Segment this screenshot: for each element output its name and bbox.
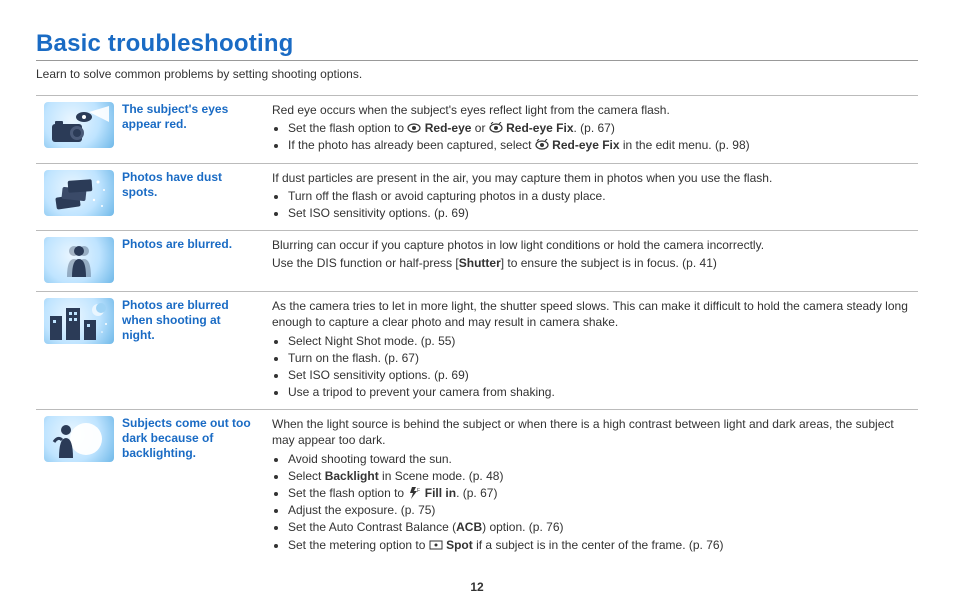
backlight-silhouette-icon	[44, 416, 114, 462]
list-item: Use a tripod to prevent your camera from…	[288, 384, 910, 400]
eye-icon	[407, 122, 421, 134]
intro-text: Learn to solve common problems by settin…	[36, 67, 918, 81]
blurred-person-icon	[44, 237, 114, 283]
table-row: The subject's eyes appear red. Red eye o…	[36, 96, 918, 164]
red-eye-camera-icon	[44, 102, 114, 148]
night-buildings-icon	[44, 298, 114, 344]
list-item: Adjust the exposure. (p. 75)	[288, 502, 910, 518]
eye-fix-icon	[489, 122, 503, 134]
list-item: If the photo has already been captured, …	[288, 137, 910, 153]
row-lead: If dust particles are present in the air…	[272, 170, 910, 186]
table-row: Photos are blurred when shooting at nigh…	[36, 292, 918, 410]
row-label: Photos are blurred when shooting at nigh…	[122, 298, 256, 343]
table-row: Photos are blurred. Blurring can occur i…	[36, 231, 918, 292]
list-item: Avoid shooting toward the sun.	[288, 451, 910, 467]
row-lead: Blurring can occur if you capture photos…	[272, 237, 910, 253]
row-lead: Red eye occurs when the subject's eyes r…	[272, 102, 910, 118]
row-label: The subject's eyes appear red.	[122, 102, 256, 132]
list-item: Set ISO sensitivity options. (p. 69)	[288, 205, 910, 221]
page-number: 12	[36, 580, 918, 594]
list-item: Select Night Shot mode. (p. 55)	[288, 333, 910, 349]
eye-fix-icon	[535, 139, 549, 151]
list-item: Set the flash option to F Fill in. (p. 6…	[288, 485, 910, 501]
table-row: Subjects come out too dark because of ba…	[36, 410, 918, 562]
row-lead: When the light source is behind the subj…	[272, 416, 910, 448]
row-lead: As the camera tries to let in more light…	[272, 298, 910, 330]
row-label: Photos have dust spots.	[122, 170, 256, 200]
list-item: Set the Auto Contrast Balance (ACB) opti…	[288, 519, 910, 535]
dust-spots-icon	[44, 170, 114, 216]
row-lead2: Use the DIS function or half-press [Shut…	[272, 255, 910, 271]
page-title: Basic troubleshooting	[36, 30, 918, 58]
row-label: Subjects come out too dark because of ba…	[122, 416, 256, 461]
list-item: Select Backlight in Scene mode. (p. 48)	[288, 468, 910, 484]
spot-metering-icon	[429, 539, 443, 551]
troubleshooting-table: The subject's eyes appear red. Red eye o…	[36, 95, 918, 562]
list-item: Set ISO sensitivity options. (p. 69)	[288, 367, 910, 383]
list-item: Set the flash option to Red-eye or Red-e…	[288, 120, 910, 136]
list-item: Turn on the flash. (p. 67)	[288, 350, 910, 366]
table-row: Photos have dust spots. If dust particle…	[36, 163, 918, 231]
list-item: Set the metering option to Spot if a sub…	[288, 537, 910, 553]
list-item: Turn off the flash or avoid capturing ph…	[288, 188, 910, 204]
title-rule	[36, 60, 918, 61]
flash-f-icon: F	[407, 487, 421, 499]
row-label: Photos are blurred.	[122, 237, 256, 252]
